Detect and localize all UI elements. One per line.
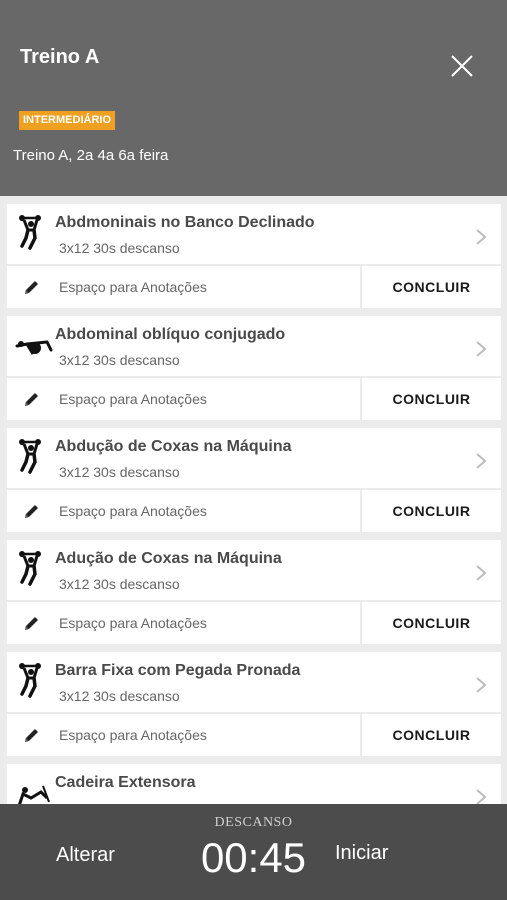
exercise-card: Abdução de Coxas na Máquina 3x12 30s des… [7,420,501,532]
standing-exercise-icon [13,212,55,254]
chevron-right-icon [476,229,487,245]
rest-timer-bar: Alterar DESCANSO 00:45 Iniciar [0,804,507,900]
exercise-name: Barra Fixa com Pegada Pronada [55,662,301,679]
lying-exercise-icon [13,324,55,366]
notes-field[interactable]: Espaço para Anotações [7,266,360,308]
level-badge: INTERMEDIÁRIO [19,111,115,130]
exercise-row[interactable]: Abdução de Coxas na Máquina 3x12 30s des… [7,428,501,488]
exercise-name: Adução de Coxas na Máquina [55,550,282,567]
close-icon[interactable] [446,50,478,82]
notes-field[interactable]: Espaço para Anotações [7,602,360,644]
standing-exercise-icon [13,660,55,702]
complete-button[interactable]: CONCLUIR [362,266,501,308]
exercise-card: Barra Fixa com Pegada Pronada 3x12 30s d… [7,644,501,756]
pencil-icon [25,281,38,294]
start-button[interactable]: Iniciar [335,842,388,865]
rest-label: DESCANSO [214,815,293,830]
workout-header: Treino A INTERMEDIÁRIO Treino A, 2a 4a 6… [0,0,507,196]
exercise-name: Cadeira Extensora [55,774,196,791]
chevron-right-icon [476,341,487,357]
notes-field[interactable]: Espaço para Anotações [7,490,360,532]
complete-button[interactable]: CONCLUIR [362,714,501,756]
rest-timer: 00:45 [200,834,307,881]
exercise-row[interactable]: Abdominal oblíquo conjugado 3x12 30s des… [7,316,501,376]
exercise-card: Adução de Coxas na Máquina 3x12 30s desc… [7,532,501,644]
pencil-icon [25,617,38,630]
exercise-detail: 3x12 30s descanso [59,464,180,480]
exercise-row[interactable]: Barra Fixa com Pegada Pronada 3x12 30s d… [7,652,501,712]
exercise-detail: 3x12 30s descanso [59,688,180,704]
pencil-icon [25,729,38,742]
workout-subtitle: Treino A, 2a 4a 6a feira [13,147,169,164]
pencil-icon [25,505,38,518]
exercise-detail: 3x12 30s descanso [59,576,180,592]
exercise-card: Abdominal oblíquo conjugado 3x12 30s des… [7,308,501,420]
notes-placeholder: Espaço para Anotações [59,503,207,519]
exercise-detail: 3x12 30s descanso [59,240,180,256]
exercise-name: Abdominal oblíquo conjugado [55,326,286,343]
chevron-right-icon [476,677,487,693]
exercise-name: Abdução de Coxas na Máquina [55,438,292,455]
chevron-right-icon [476,565,487,581]
notes-placeholder: Espaço para Anotações [59,615,207,631]
exercise-row[interactable]: Abdmoninais no Banco Declinado 3x12 30s … [7,204,501,264]
notes-field[interactable]: Espaço para Anotações [7,714,360,756]
notes-placeholder: Espaço para Anotações [59,727,207,743]
workout-title: Treino A [20,46,100,68]
notes-field[interactable]: Espaço para Anotações [7,378,360,420]
notes-placeholder: Espaço para Anotações [59,391,207,407]
standing-exercise-icon [13,436,55,478]
complete-button[interactable]: CONCLUIR [362,378,501,420]
exercise-row[interactable]: Adução de Coxas na Máquina 3x12 30s desc… [7,540,501,600]
standing-exercise-icon [13,548,55,590]
exercise-card: Abdmoninais no Banco Declinado 3x12 30s … [7,196,501,308]
complete-button[interactable]: CONCLUIR [362,602,501,644]
exercise-name: Abdmoninais no Banco Declinado [55,214,315,231]
chevron-right-icon [476,453,487,469]
notes-placeholder: Espaço para Anotações [59,279,207,295]
pencil-icon [25,393,38,406]
complete-button[interactable]: CONCLUIR [362,490,501,532]
exercise-detail: 3x12 30s descanso [59,352,180,368]
